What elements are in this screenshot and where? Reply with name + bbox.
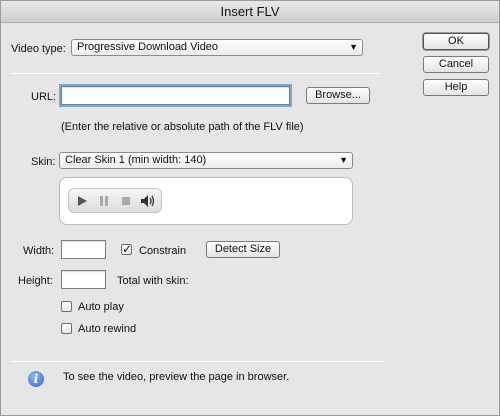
total-with-skin-label: Total with skin: xyxy=(117,275,189,287)
auto-play-checkbox[interactable] xyxy=(61,301,72,312)
auto-play-label: Auto play xyxy=(78,301,124,313)
chevron-down-icon: ▼ xyxy=(339,155,348,165)
height-label: Height: xyxy=(18,275,53,287)
video-type-value: Progressive Download Video xyxy=(77,41,219,53)
skin-controller-bar xyxy=(68,188,162,213)
width-input[interactable] xyxy=(61,240,106,259)
auto-rewind-label: Auto rewind xyxy=(78,323,137,335)
skin-value: Clear Skin 1 (min width: 140) xyxy=(65,154,207,166)
help-button[interactable]: Help xyxy=(423,79,489,96)
top-divider xyxy=(11,73,379,74)
window-title: Insert FLV xyxy=(1,1,499,23)
url-input[interactable] xyxy=(59,84,292,107)
skin-preview xyxy=(59,177,353,225)
auto-rewind-checkbox[interactable] xyxy=(61,323,72,334)
chevron-down-icon: ▼ xyxy=(349,42,358,52)
info-text: To see the video, preview the page in br… xyxy=(63,371,290,383)
url-hint: (Enter the relative or absolute path of … xyxy=(61,121,304,133)
url-label: URL: xyxy=(31,91,57,103)
video-type-label: Video type: xyxy=(11,43,66,55)
play-icon xyxy=(75,194,89,208)
ok-button[interactable]: OK xyxy=(423,33,489,50)
stop-icon xyxy=(119,194,133,208)
browse-button[interactable]: Browse... xyxy=(306,87,370,104)
insert-flv-dialog: Insert FLV Video type: Progressive Downl… xyxy=(0,0,500,416)
info-icon: i xyxy=(28,371,44,387)
check-icon: ✓ xyxy=(122,242,133,256)
width-label: Width: xyxy=(23,245,55,257)
cancel-button[interactable]: Cancel xyxy=(423,56,489,73)
volume-icon xyxy=(141,194,155,208)
constrain-checkbox[interactable]: ✓ xyxy=(121,242,133,256)
video-type-select[interactable]: Progressive Download Video ▼ xyxy=(71,39,363,56)
pause-icon xyxy=(97,194,111,208)
bottom-divider xyxy=(11,361,385,362)
skin-label: Skin: xyxy=(31,156,56,168)
constrain-label: Constrain xyxy=(139,245,187,257)
height-input[interactable] xyxy=(61,270,106,289)
skin-select[interactable]: Clear Skin 1 (min width: 140) ▼ xyxy=(59,152,353,169)
detect-size-button[interactable]: Detect Size xyxy=(206,241,280,258)
